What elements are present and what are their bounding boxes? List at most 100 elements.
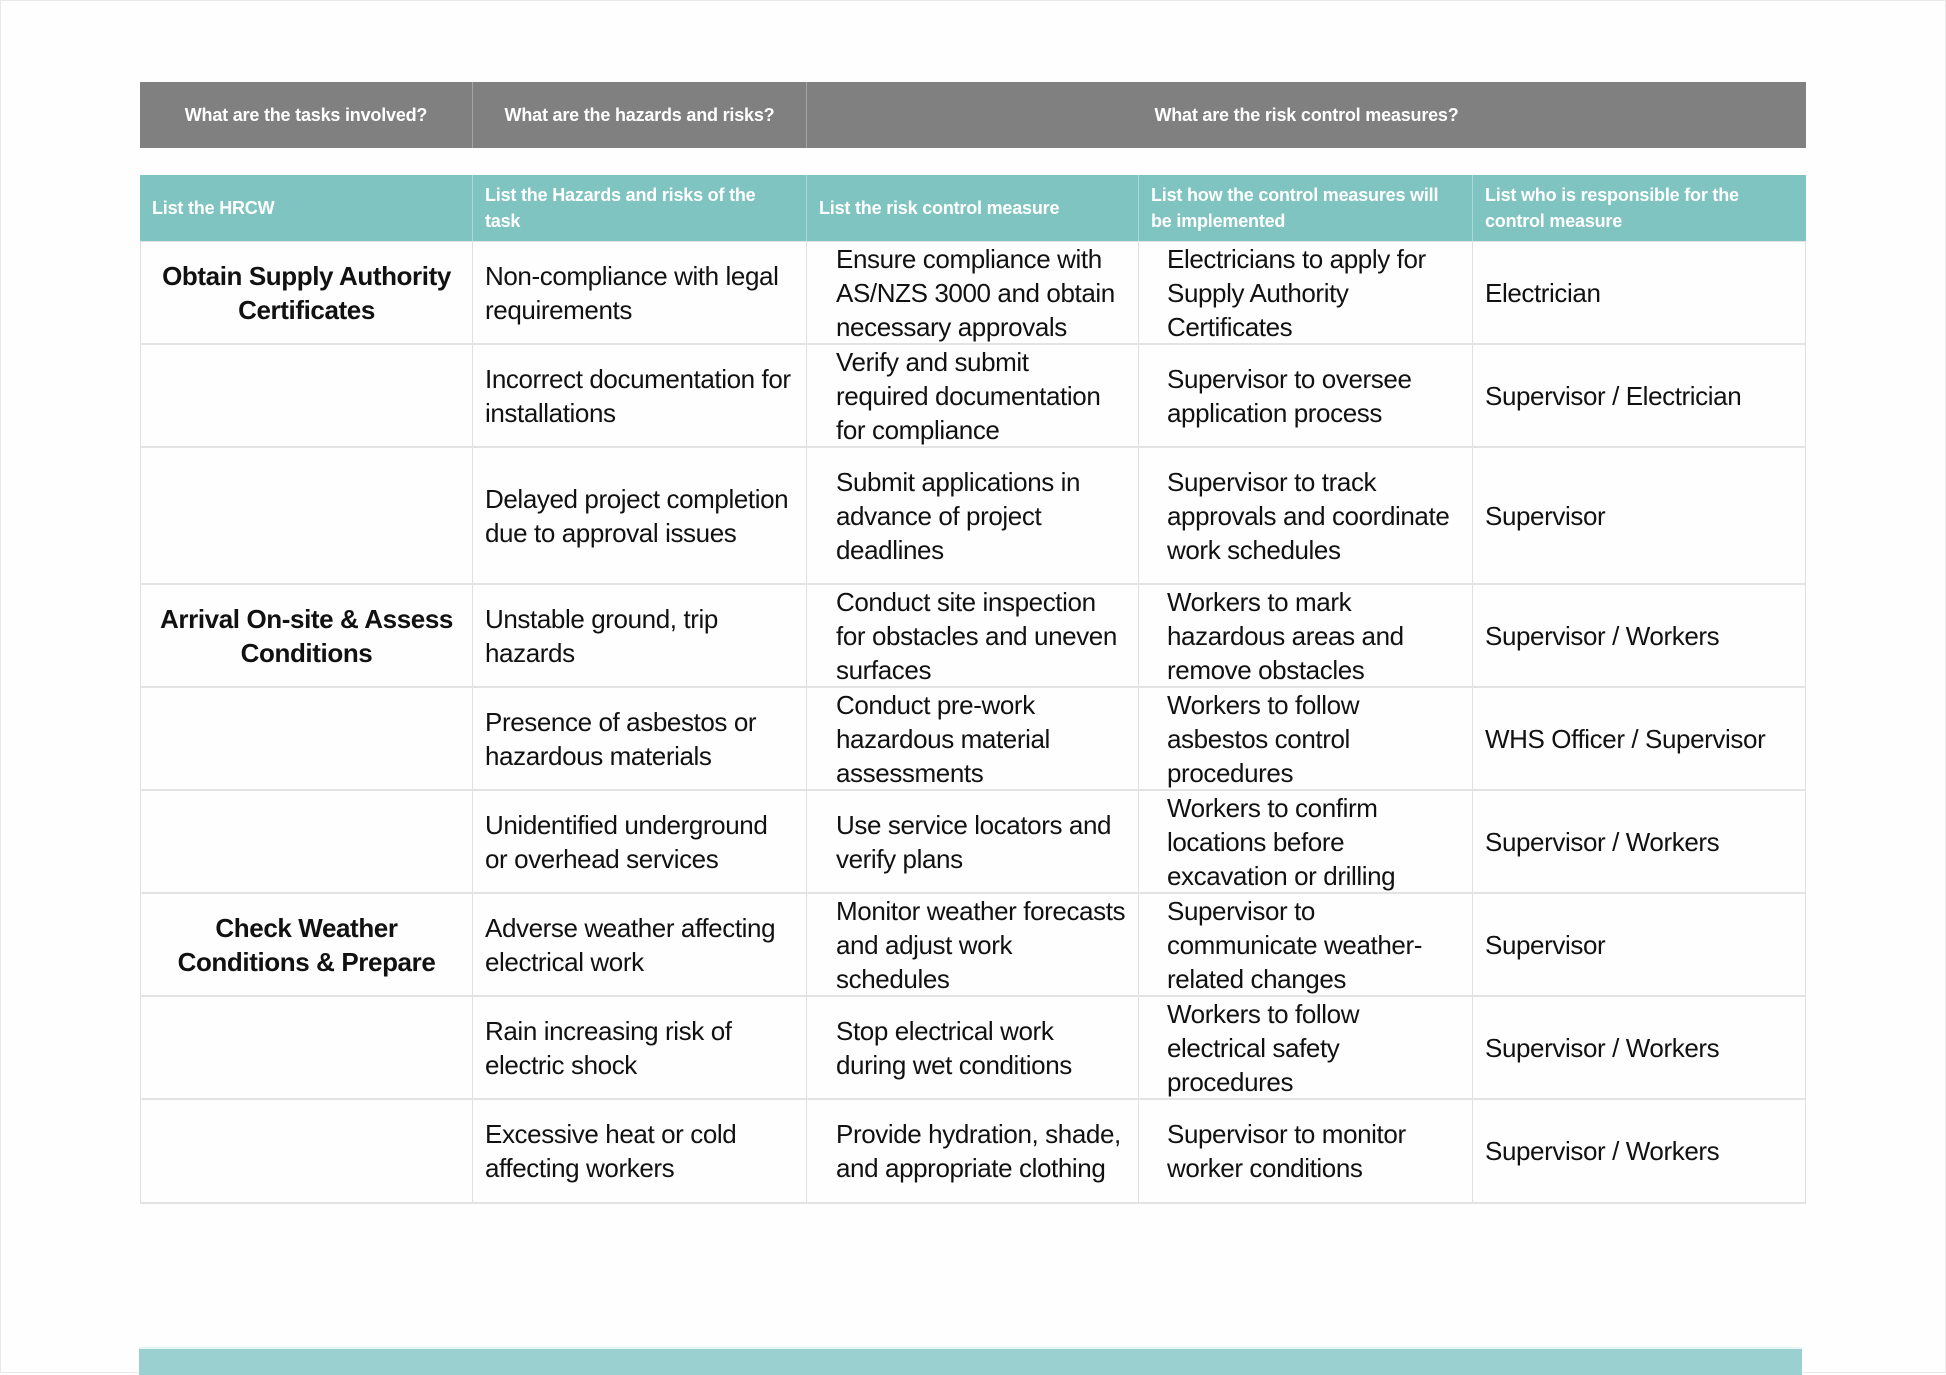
footer-bar [139, 1347, 1802, 1375]
implementation-cell: Supervisor to oversee application proces… [1139, 345, 1473, 446]
responsible-cell-text: Electrician [1485, 277, 1601, 308]
table-row: Presence of asbestos or hazardous materi… [140, 688, 1806, 791]
group-header-controls: What are the risk control measures? [1154, 104, 1459, 125]
implementation-cell: Workers to follow electrical safety proc… [1139, 997, 1473, 1098]
hazard-cell: Non-compliance with legal requirements [473, 242, 807, 343]
hazard-cell-text: Non-compliance with legal requirements [485, 260, 779, 325]
table-row: Incorrect documentation for installation… [140, 345, 1806, 448]
task-cell [140, 448, 473, 583]
task-cell [140, 791, 473, 892]
responsible-cell-text: Supervisor [1485, 500, 1606, 531]
responsible-cell: Supervisor / Electrician [1473, 345, 1806, 446]
task-cell [140, 345, 473, 446]
responsible-cell-text: Supervisor / Workers [1485, 826, 1720, 857]
control-cell: Verify and submit required documentation… [807, 345, 1139, 446]
hazard-cell-text: Presence of asbestos or hazardous materi… [485, 706, 757, 771]
hazard-cell: Unstable ground, trip hazards [473, 585, 807, 686]
column-header-hrcw: List the HRCW [140, 175, 473, 241]
table-row: Delayed project completion due to approv… [140, 448, 1806, 585]
control-cell: Monitor weather forecasts and adjust wor… [807, 894, 1139, 995]
control-cell-text: Verify and submit required documentation… [836, 346, 1101, 445]
control-cell: Conduct pre-work hazardous material asse… [807, 688, 1139, 789]
responsible-cell-text: Supervisor [1485, 929, 1606, 960]
responsible-cell: Supervisor / Workers [1473, 1100, 1806, 1202]
hazard-cell-text: Incorrect documentation for installation… [485, 363, 791, 428]
hazard-cell: Incorrect documentation for installation… [473, 345, 807, 446]
task-cell: Obtain Supply Authority Certificates [140, 242, 473, 343]
control-cell: Stop electrical work during wet conditio… [807, 997, 1139, 1098]
implementation-cell-text: Supervisor to communicate weather-relate… [1167, 895, 1422, 994]
implementation-cell: Electricians to apply for Supply Authori… [1139, 242, 1473, 343]
table-row: Check Weather Conditions & Prepare Advers… [140, 894, 1806, 997]
hazard-cell-text: Adverse weather affecting electrical wor… [485, 912, 776, 977]
implementation-cell: Workers to follow asbestos control proce… [1139, 688, 1473, 789]
responsible-cell-text: WHS Officer / Supervisor [1485, 723, 1766, 754]
group-header-tasks: What are the tasks involved? [140, 82, 473, 148]
responsible-cell: Electrician [1473, 242, 1806, 343]
hazard-cell-text: Unstable ground, trip hazards [485, 603, 718, 668]
control-cell-text: Submit applications in advance of projec… [836, 466, 1081, 565]
task-cell: Arrival On-site & Assess Conditions [140, 585, 473, 686]
table-row: Arrival On-site & Assess Conditions Unsta… [140, 585, 1806, 688]
implementation-cell-text: Workers to follow asbestos control proce… [1167, 689, 1360, 788]
task-cell [140, 997, 473, 1098]
group-header-row: What are the tasks involved? What are th… [140, 82, 1806, 148]
hazard-cell-text: Excessive heat or cold affecting workers [485, 1119, 737, 1183]
hazard-cell: Excessive heat or cold affecting workers [473, 1100, 807, 1202]
hazard-cell: Adverse weather affecting electrical wor… [473, 894, 807, 995]
responsible-cell-text: Supervisor / Workers [1485, 620, 1720, 651]
hazard-cell: Rain increasing risk of electric shock [473, 997, 807, 1098]
responsible-cell-text: Supervisor / Workers [1485, 1032, 1720, 1063]
responsible-cell: Supervisor [1473, 448, 1806, 583]
task-cell [140, 688, 473, 789]
responsible-cell: Supervisor / Workers [1473, 585, 1806, 686]
control-cell-text: Monitor weather forecasts and adjust wor… [836, 895, 1126, 994]
table-row: Unidentified underground or overhead ser… [140, 791, 1806, 894]
task-cell-text: Obtain Supply Authority Certificates [162, 260, 451, 325]
implementation-cell: Supervisor to monitor worker conditions [1139, 1100, 1473, 1202]
control-cell: Provide hydration, shade, and appropriat… [807, 1100, 1139, 1202]
control-cell: Submit applications in advance of projec… [807, 448, 1139, 583]
control-cell-text: Provide hydration, shade, and appropriat… [836, 1119, 1121, 1183]
table-row: Rain increasing risk of electric shock St… [140, 997, 1806, 1100]
column-header-control: List the risk control measure [807, 175, 1139, 241]
implementation-cell-text: Workers to follow electrical safety proc… [1167, 998, 1360, 1097]
risk-table-body: Obtain Supply Authority Certificates Non-… [140, 241, 1806, 1204]
control-cell-text: Conduct site inspection for obstacles an… [836, 586, 1117, 685]
implementation-cell: Supervisor to communicate weather-relate… [1139, 894, 1473, 995]
control-cell: Ensure compliance with AS/NZS 3000 and o… [807, 242, 1139, 343]
control-cell-text: Stop electrical work during wet conditio… [836, 1015, 1072, 1080]
implementation-cell-text: Workers to confirm locations before exca… [1167, 792, 1396, 891]
control-cell-text: Ensure compliance with AS/NZS 3000 and o… [836, 243, 1115, 342]
responsible-cell-text: Supervisor / Electrician [1485, 380, 1742, 411]
group-header-hazards: What are the hazards and risks? [473, 82, 807, 148]
implementation-cell-text: Electricians to apply for Supply Authori… [1167, 243, 1426, 342]
control-cell: Conduct site inspection for obstacles an… [807, 585, 1139, 686]
responsible-cell-text: Supervisor / Workers [1485, 1136, 1720, 1166]
hazard-cell-text: Unidentified underground or overhead ser… [485, 809, 768, 874]
responsible-cell: Supervisor / Workers [1473, 997, 1806, 1098]
column-header-row: List the HRCW List the Hazards and risks… [140, 175, 1806, 241]
control-cell-text: Conduct pre-work hazardous material asse… [836, 689, 1050, 788]
implementation-cell-text: Supervisor to monitor worker conditions [1167, 1119, 1406, 1183]
table-row: Obtain Supply Authority Certificates Non-… [140, 241, 1806, 345]
implementation-cell: Workers to confirm locations before exca… [1139, 791, 1473, 892]
column-header-implementation: List how the control measures will be im… [1139, 175, 1473, 241]
hazard-cell: Delayed project completion due to approv… [473, 448, 807, 583]
responsible-cell: WHS Officer / Supervisor [1473, 688, 1806, 789]
implementation-cell-text: Workers to mark hazardous areas and remo… [1167, 586, 1404, 685]
hazard-cell: Unidentified underground or overhead ser… [473, 791, 807, 892]
responsible-cell: Supervisor / Workers [1473, 791, 1806, 892]
implementation-cell-text: Supervisor to track approvals and coordi… [1167, 466, 1450, 565]
hazard-cell: Presence of asbestos or hazardous materi… [473, 688, 807, 789]
implementation-cell: Supervisor to track approvals and coordi… [1139, 448, 1473, 583]
hazard-cell-text: Delayed project completion due to approv… [485, 483, 789, 548]
task-cell [140, 1100, 473, 1202]
task-cell-text: Arrival On-site & Assess Conditions [160, 603, 453, 668]
control-cell: Use service locators and verify plans [807, 791, 1139, 892]
control-cell-text: Use service locators and verify plans [836, 809, 1112, 874]
table-row: Excessive heat or cold affecting workers… [140, 1100, 1806, 1204]
implementation-cell: Workers to mark hazardous areas and remo… [1139, 585, 1473, 686]
task-cell: Check Weather Conditions & Prepare [140, 894, 473, 995]
responsible-cell: Supervisor [1473, 894, 1806, 995]
